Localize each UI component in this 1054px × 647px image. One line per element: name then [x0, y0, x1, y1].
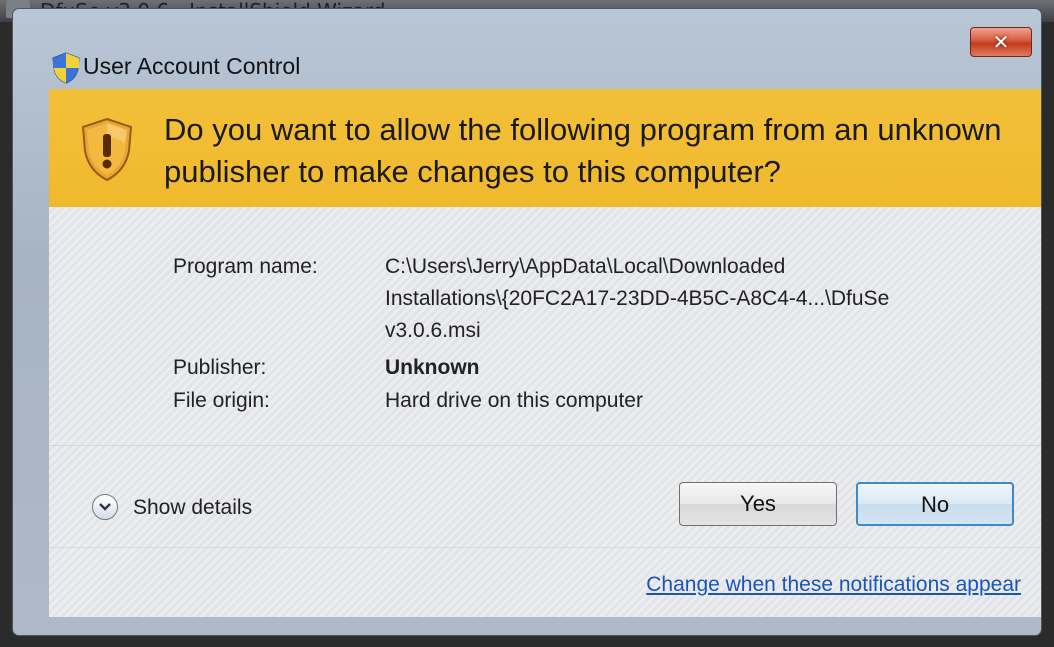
no-button[interactable]: No — [856, 482, 1014, 526]
change-notifications-link[interactable]: Change when these notifications appear — [646, 570, 1021, 600]
prompt-question: Do you want to allow the following progr… — [164, 112, 1002, 189]
warning-banner: Do you want to allow the following progr… — [49, 89, 1041, 207]
show-details-label: Show details — [133, 496, 253, 519]
yes-button[interactable]: Yes — [679, 482, 837, 526]
program-name-value-line1: C:\Users\Jerry\AppData\Local\Downloaded — [385, 255, 786, 278]
program-name-value-line3: v3.0.6.msi — [385, 319, 481, 342]
chevron-down-icon[interactable] — [92, 494, 118, 520]
divider — [49, 445, 1041, 446]
publisher-value: Unknown — [385, 356, 480, 379]
file-origin-value: Hard drive on this computer — [385, 389, 643, 412]
dialog-title: User Account Control — [83, 53, 301, 79]
dialog-content: Program name: C:\Users\Jerry\AppData\Loc… — [49, 207, 1041, 617]
warning-shield-icon — [81, 117, 133, 182]
uac-dialog: User Account Control ✕ Do you want to al… — [12, 8, 1042, 636]
show-details-toggle[interactable]: Show details — [92, 492, 253, 524]
publisher-label: Publisher: — [173, 356, 267, 379]
file-origin-label: File origin: — [173, 389, 270, 412]
program-name-value-line2: Installations\{20FC2A17-23DD-4B5C-A8C4-4… — [385, 287, 890, 310]
uac-shield-icon — [52, 52, 80, 84]
program-name-label: Program name: — [173, 255, 318, 278]
close-button[interactable]: ✕ — [970, 27, 1032, 57]
divider — [49, 547, 1041, 548]
